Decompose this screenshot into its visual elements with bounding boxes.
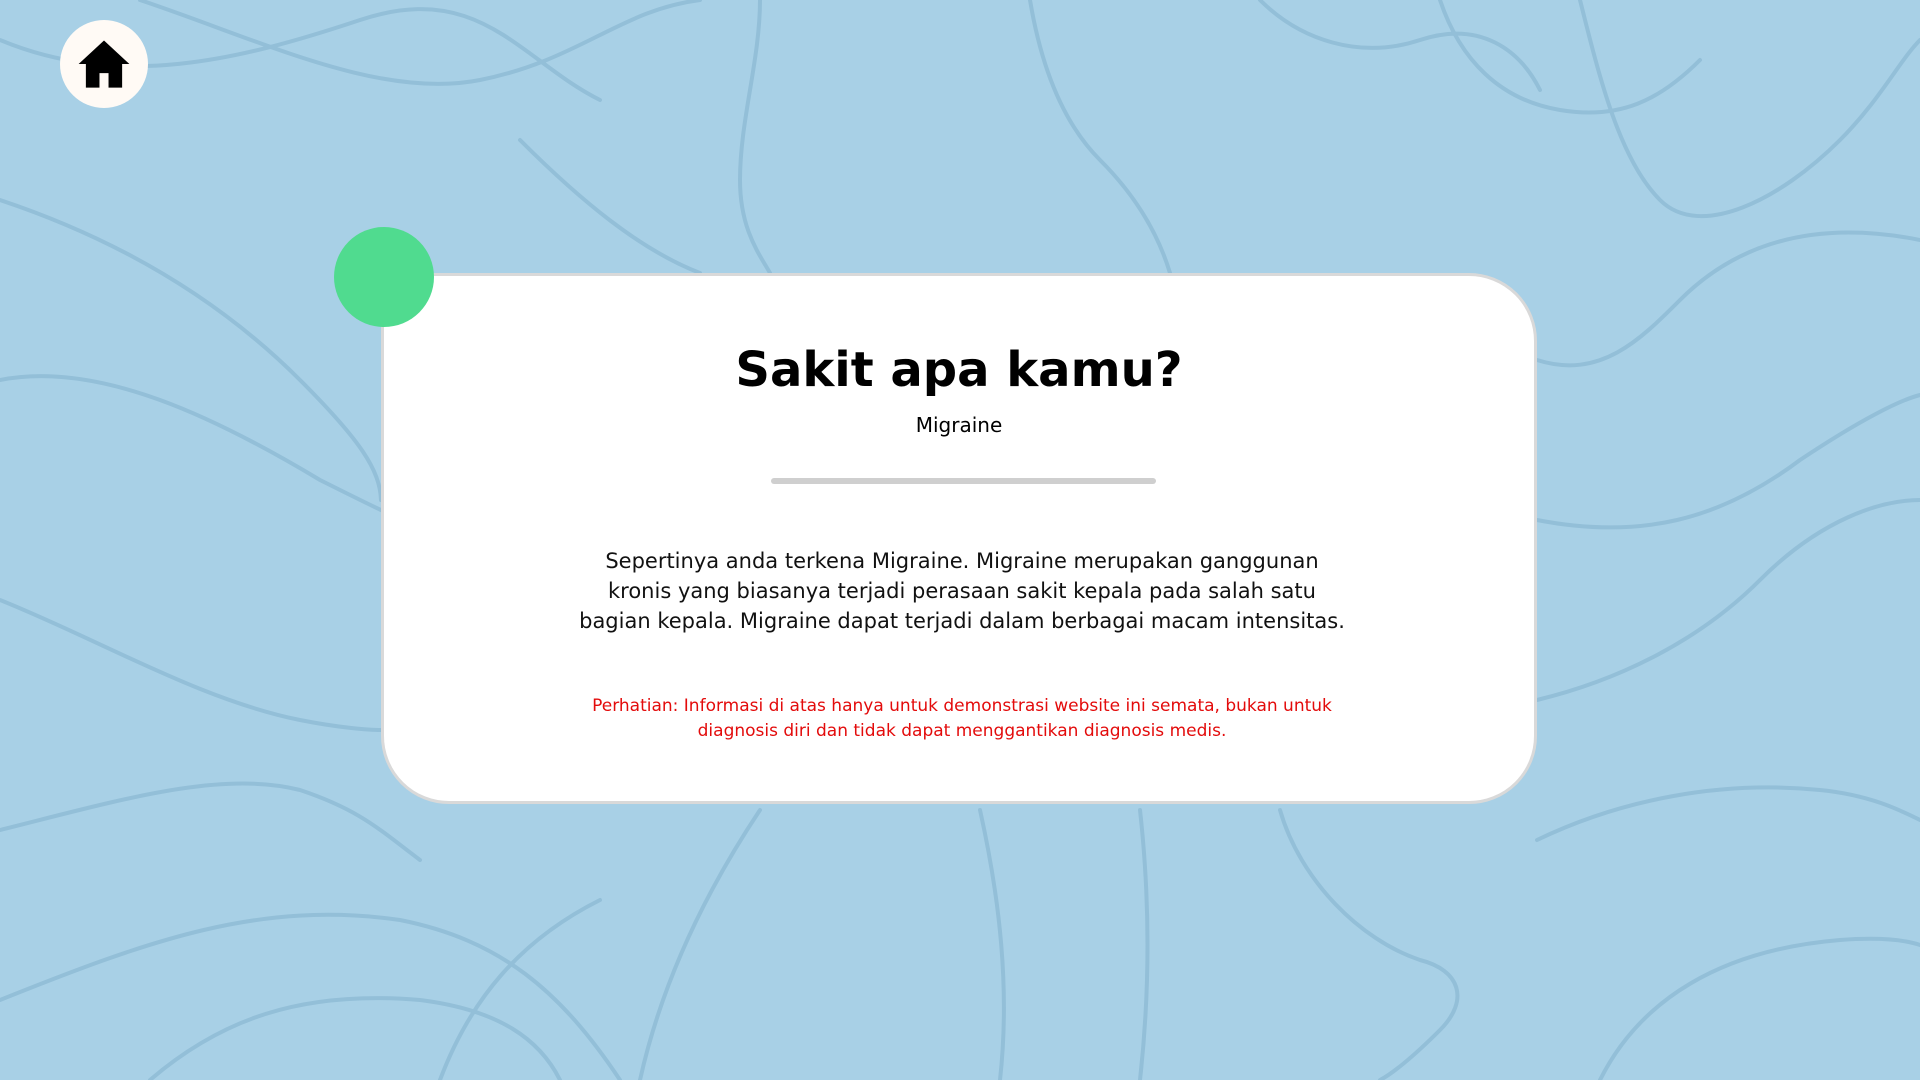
result-card: Sakit apa kamu? Migraine Sepertinya anda… — [381, 273, 1537, 804]
diagnosis-description: Sepertinya anda terkena Migraine. Migrai… — [579, 549, 1345, 633]
disclaimer-warning: Perhatian: Informasi di atas hanya untuk… — [592, 696, 1332, 741]
accent-circle — [334, 227, 434, 327]
home-button[interactable] — [60, 20, 148, 108]
divider — [771, 478, 1156, 484]
diagnosis-name: Migraine — [915, 413, 1003, 437]
home-icon — [78, 40, 130, 88]
page-title: Sakit apa kamu? — [735, 342, 1183, 398]
